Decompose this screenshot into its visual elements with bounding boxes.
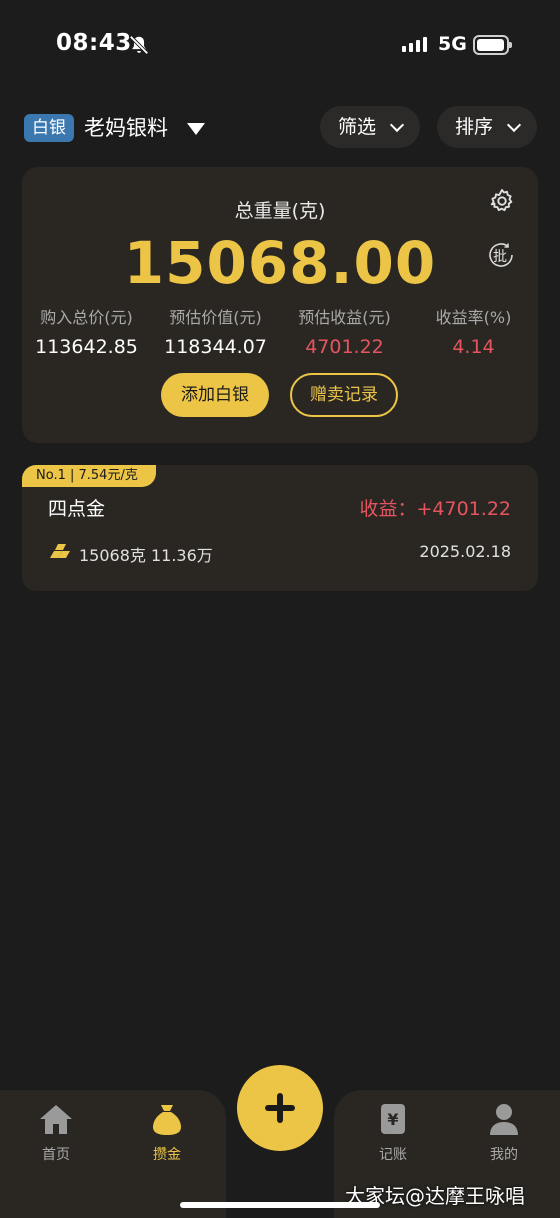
rank-badge: No.1 | 7.54元/克 xyxy=(22,465,156,487)
add-silver-button[interactable]: 添加白银 xyxy=(161,373,269,417)
svg-text:¥: ¥ xyxy=(387,1110,398,1129)
stats-row: 购入总价(元) 113642.85 预估价值(元) 118344.07 预估收益… xyxy=(22,304,538,358)
nav-label: 攒金 xyxy=(153,1147,181,1163)
home-indicator[interactable] xyxy=(180,1202,380,1208)
nav-label: 记账 xyxy=(379,1147,407,1163)
nav-item-home[interactable]: 首页 xyxy=(16,1102,96,1164)
item-profit: 收益：+4701.22 xyxy=(359,498,512,520)
network-type: 5G xyxy=(438,33,467,55)
nav-item-profile[interactable]: 我的 xyxy=(464,1102,544,1164)
stat-estimated-profit: 预估收益(元) 4701.22 xyxy=(280,304,409,358)
stat-label: 收益率(%) xyxy=(435,308,512,327)
bell-muted-icon xyxy=(129,35,149,55)
stat-label: 购入总价(元) xyxy=(40,308,133,327)
filter-button[interactable]: 筛选 xyxy=(320,106,420,148)
stat-label: 预估价值(元) xyxy=(169,308,262,327)
sort-label: 排序 xyxy=(455,116,494,138)
nav-label: 首页 xyxy=(42,1147,70,1163)
stat-estimated-value: 预估价值(元) 118344.07 xyxy=(151,304,280,358)
header: 白银 老妈银料 筛选 排序 xyxy=(0,106,560,150)
nav-item-ledger[interactable]: ¥ 记账 xyxy=(353,1102,433,1164)
nav-label: 我的 xyxy=(490,1147,518,1163)
signal-icon xyxy=(402,36,427,52)
add-record-fab[interactable] xyxy=(237,1065,323,1151)
sell-record-button[interactable]: 赠卖记录 xyxy=(290,373,398,417)
money-bag-icon xyxy=(153,1105,181,1135)
item-quantity: 15068克 11.36万 xyxy=(79,546,213,565)
item-name: 四点金 xyxy=(48,498,106,520)
item-date: 2025.02.18 xyxy=(419,542,511,561)
user-icon xyxy=(490,1104,518,1135)
battery-icon xyxy=(473,35,512,55)
home-icon xyxy=(40,1105,72,1134)
total-weight-label: 总重量(克) xyxy=(234,200,326,222)
account-name[interactable]: 老妈银料 xyxy=(84,113,168,143)
stat-value: 4.14 xyxy=(452,336,495,358)
nav-item-save-gold[interactable]: 攒金 xyxy=(127,1102,207,1164)
stat-label: 预估收益(元) xyxy=(298,308,391,327)
list-item[interactable]: No.1 | 7.54元/克 四点金 收益：+4701.22 15068克 11… xyxy=(22,465,538,591)
stat-value: 118344.07 xyxy=(164,336,267,358)
ledger-icon: ¥ xyxy=(381,1104,405,1134)
chevron-down-icon xyxy=(506,117,522,133)
metal-type-badge[interactable]: 白银 xyxy=(24,114,74,142)
stat-value: 113642.85 xyxy=(35,336,138,358)
status-bar: 08:43 5G xyxy=(0,0,560,90)
status-time: 08:43 xyxy=(56,30,132,56)
summary-card: 批 总重量(克) 15068.00 购入总价(元) 113642.85 预估价值… xyxy=(22,167,538,443)
stat-purchase-total: 购入总价(元) 113642.85 xyxy=(22,304,151,358)
gold-bar-icon xyxy=(50,544,70,558)
chevron-down-icon xyxy=(389,117,405,133)
sort-button[interactable]: 排序 xyxy=(437,106,537,148)
caret-down-icon[interactable] xyxy=(187,123,205,135)
filter-label: 筛选 xyxy=(338,116,377,138)
stat-value: 4701.22 xyxy=(305,336,384,358)
total-weight-value: 15068.00 xyxy=(123,229,437,297)
stat-return-rate: 收益率(%) 4.14 xyxy=(409,304,538,358)
